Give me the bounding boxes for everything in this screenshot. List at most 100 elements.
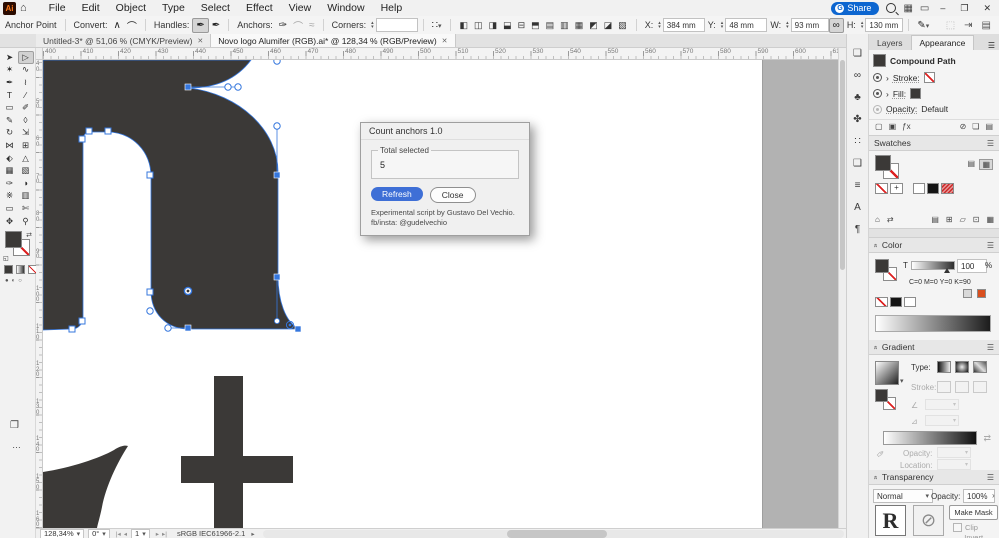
fill-color-well[interactable] [5,231,22,249]
swatches-footer-icon-1[interactable]: ⌂ [875,215,880,224]
restore-button[interactable]: ❐ [956,3,972,14]
gradient-ramp[interactable] [883,431,977,445]
x-stepper[interactable]: ▴ ▾ [658,21,661,30]
document-tab-1[interactable]: Untitled-3* @ 51,06 % (CMYK/Preview) ✕ [36,34,212,47]
rectangle-tool[interactable]: ▭ [2,101,18,114]
character-icon[interactable]: A [854,202,861,213]
gradient-ratio-combo[interactable]: ▾ [925,415,959,426]
blend-mode-select[interactable]: Normal ▾ [873,489,933,503]
close-button[interactable]: ✕ [979,3,995,14]
direct-selection-tool[interactable]: ▷ [17,51,34,64]
stroke-gradient-along-icon[interactable] [955,381,969,393]
h-stepper[interactable]: ▴ ▾ [861,21,864,30]
ruler-corner[interactable] [36,48,43,60]
stroke-visibility-eye-icon[interactable] [873,73,882,82]
align-icon-1[interactable]: ◧ [460,20,469,31]
stroke-gradient-within-icon[interactable] [937,381,951,393]
collapse-icon[interactable]: » [872,243,879,247]
swatch-grid-view-icon[interactable]: ▦ [979,159,993,170]
swatch-red-pattern[interactable] [941,183,954,194]
close-dialog-button[interactable]: Close [429,187,476,203]
gradient-mode-button[interactable] [16,265,25,275]
document-tab-2[interactable]: Novo logo Alumifer (RGB).ai* @ 128,34 % … [211,34,456,47]
gradient-header[interactable]: » Gradient ☰ [869,340,999,355]
mesh-tool[interactable]: ▦ [2,164,18,177]
horizontal-scrollbar-thumb[interactable] [506,529,607,538]
symbols-icon[interactable]: ♣ [854,92,861,103]
gradient-eyedropper-icon[interactable]: ✑ [874,448,887,462]
handle-point[interactable] [273,122,281,130]
w-stepper[interactable]: ▴ ▾ [786,21,789,30]
tab-close-icon[interactable]: ✕ [442,37,448,45]
anchor-point-unselected[interactable] [78,135,86,143]
opacity-row-label[interactable]: Opacity: [886,104,917,114]
line-segment-tool[interactable]: ∕ [18,89,34,102]
letterform-n-path[interactable] [42,59,300,331]
anchor-point-selected[interactable] [273,171,281,179]
last-color-swatch[interactable] [963,289,972,298]
dialog-title[interactable]: Count anchors 1.0 [361,123,529,140]
appearance-footer-icon-r-2[interactable]: ❏ [972,122,979,131]
convert-smooth-icon[interactable]: ⌒ [124,17,140,34]
menu-select[interactable]: Select [193,2,238,14]
blend-tool[interactable]: ◑ [18,177,34,190]
invert-mask-checkbox[interactable]: Invert Mask [953,533,999,538]
handle-point[interactable] [224,83,232,91]
graphic-style-icon[interactable]: ✎▾ [914,19,932,32]
tab-layers[interactable]: Layers [869,36,911,50]
appearance-footer-icon-1[interactable]: ▢ [875,122,883,131]
hide-handles-icon[interactable]: ✒ [209,19,223,32]
rotation-select[interactable]: 0° ▾ [88,528,110,538]
target-point-dot[interactable] [288,323,292,327]
perspective-grid-tool[interactable]: △ [18,152,34,165]
menu-help[interactable]: Help [373,2,411,14]
swap-fill-stroke-icon[interactable]: ⇄ [26,231,32,239]
clip-checkbox[interactable]: Clip [953,523,978,532]
anchor-point-unselected[interactable] [146,171,154,179]
swatches-footer-icon-r-5[interactable]: ▦ [986,215,994,224]
search-icon[interactable] [886,3,897,13]
radial-gradient-icon[interactable] [955,361,969,373]
opacity-mask-thumbnail[interactable]: ⊘ [913,505,944,536]
collapse-icon[interactable]: » [872,475,879,479]
scale-tool[interactable]: ⇲ [18,127,34,140]
x-input[interactable]: 384 mm [662,18,705,32]
swatches-footer-icon-r-1[interactable]: ▤ [931,215,939,224]
workspace-switcher-icon[interactable]: ▦ [903,3,912,14]
home-icon[interactable]: ⌂ [20,2,27,14]
freeform-gradient-icon[interactable] [973,361,987,373]
y-stepper[interactable]: ▴ ▾ [721,21,724,30]
appearance-footer-icon-r-3[interactable]: ▤ [985,122,993,131]
tab-appearance[interactable]: Appearance [910,35,975,50]
vertical-scrollbar-thumb[interactable] [840,60,845,270]
gradient-panel-menu-icon[interactable]: ☰ [987,343,994,352]
opacity-visibility-eye-icon[interactable] [873,104,882,114]
gradient-angle-combo[interactable]: ▾ [925,399,959,410]
first-artboard-button[interactable]: |◂ [116,530,121,538]
align-icon-12[interactable]: ▧ [618,20,627,31]
anchor-point-selected[interactable] [184,324,192,332]
anchor-point-unselected[interactable] [85,127,93,135]
width-tool[interactable]: ⋈ [2,139,18,152]
align-icon-6[interactable]: ⬒ [531,20,540,31]
horizontal-scrollbar[interactable] [262,529,844,538]
illustrator-logo-icon[interactable]: Ai [3,1,16,15]
opacity-stepper-arrow[interactable]: › [992,491,995,500]
make-mask-button[interactable]: Make Mask [949,505,998,520]
swatch-list-view-icon[interactable]: ▤ [965,159,977,168]
appearance-panel-menu-icon[interactable]: ☰ [988,41,999,50]
swatches-footer-icon-r-2[interactable]: ⊞ [946,215,953,224]
swatches-footer-icon-r-4[interactable]: ⊡ [973,215,980,224]
curvature-tool[interactable]: ≀ [18,76,34,89]
anchor-point-selected[interactable] [184,83,192,91]
warning-color-swatch[interactable] [977,289,986,298]
draw-normal-icon[interactable]: ● [5,278,9,284]
gradient-picker-caret[interactable]: ▾ [900,377,904,385]
arrange-documents-icon[interactable]: ▭ [920,3,929,14]
menu-effect[interactable]: Effect [238,2,281,14]
color-fill-indicator[interactable] [875,259,889,273]
align-icon-10[interactable]: ◩ [589,20,598,31]
transparency-panel-menu-icon[interactable]: ☰ [987,473,994,482]
menu-file[interactable]: File [41,2,74,14]
refresh-button[interactable]: Refresh [371,187,423,201]
